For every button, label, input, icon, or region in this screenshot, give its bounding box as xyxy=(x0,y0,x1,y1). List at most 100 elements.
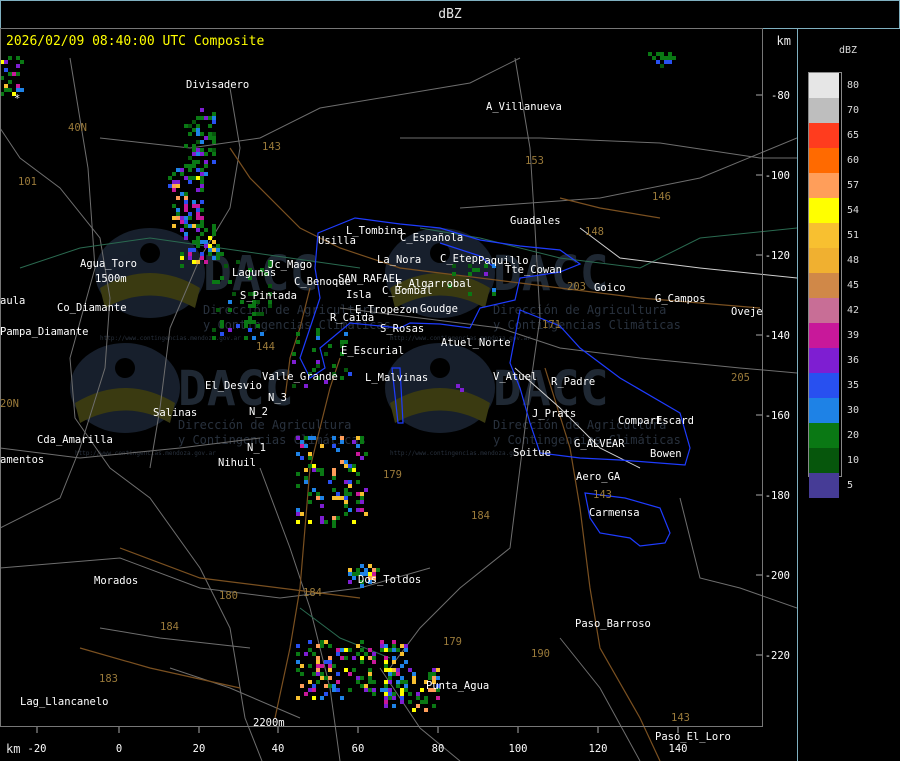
legend-swatch xyxy=(809,348,839,373)
radar-map[interactable]: DACCDirección de Agriculturay Contingenc… xyxy=(0,28,797,761)
echo-pixel xyxy=(424,700,428,704)
echo-pixel xyxy=(172,224,176,228)
echo-pixel xyxy=(424,696,428,700)
echo-pixel xyxy=(220,252,224,256)
echo-pixel xyxy=(352,520,356,524)
echo-pixel xyxy=(320,468,324,472)
echo-pixel xyxy=(200,172,204,176)
echo-pixel xyxy=(296,644,300,648)
echo-pixel xyxy=(212,136,216,140)
place-label: E_Escurial xyxy=(341,345,404,357)
echo-pixel xyxy=(344,496,348,500)
echo-pixel xyxy=(200,188,204,192)
echo-pixel xyxy=(404,644,408,648)
echo-pixel xyxy=(180,172,184,176)
echo-pixel xyxy=(316,328,320,332)
svg-text:y Contingencias Climáticas: y Contingencias Climáticas xyxy=(493,318,681,332)
echo-pixel xyxy=(388,672,392,676)
place-label: 2200m xyxy=(253,717,285,729)
echo-pixel xyxy=(180,216,184,220)
place-label: J_Prats xyxy=(532,408,576,420)
echo-pixel xyxy=(196,148,200,152)
echo-pixel xyxy=(320,504,324,508)
echo-pixel xyxy=(356,444,360,448)
echo-pixel xyxy=(188,248,192,252)
echo-pixel xyxy=(348,372,352,376)
echo-pixel xyxy=(316,364,320,368)
echo-pixel xyxy=(656,52,660,56)
echo-pixel xyxy=(184,176,188,180)
echo-pixel xyxy=(344,368,348,372)
echo-pixel xyxy=(268,304,272,308)
place-label: Goico xyxy=(594,282,626,294)
place-label: Goudge xyxy=(420,303,458,315)
echo-pixel xyxy=(356,472,360,476)
echo-pixel xyxy=(360,500,364,504)
place-label: La_Nora xyxy=(377,254,421,266)
echo-pixel xyxy=(16,56,20,60)
map-panel[interactable]: DACC Dirección de Agricultura y Contingenc… xyxy=(0,28,798,761)
echo-pixel xyxy=(400,652,404,656)
echo-pixel xyxy=(360,640,364,644)
echo-pixel xyxy=(404,660,408,664)
echo-pixel xyxy=(364,568,368,572)
echo-pixel xyxy=(344,492,348,496)
echo-pixel xyxy=(392,656,396,660)
place-label: N_1 xyxy=(247,442,266,454)
place-label: 143 xyxy=(671,712,690,724)
place-label: 143 xyxy=(262,141,281,153)
echo-pixel xyxy=(344,488,348,492)
echo-pixel xyxy=(200,116,204,120)
echo-pixel xyxy=(324,352,328,356)
echo-pixel xyxy=(296,652,300,656)
echo-pixel xyxy=(352,576,356,580)
place-label: G_ALVEAR xyxy=(574,438,625,450)
echo-pixel xyxy=(384,668,388,672)
echo-pixel xyxy=(312,436,316,440)
echo-pixel xyxy=(316,332,320,336)
echo-pixel xyxy=(180,228,184,232)
place-label: V_Atuel xyxy=(493,371,537,383)
place-label: Paso_El_Loro xyxy=(655,731,731,743)
echo-pixel xyxy=(208,252,212,256)
echo-pixel xyxy=(384,688,388,692)
echo-pixel xyxy=(212,120,216,124)
echo-pixel xyxy=(348,648,352,652)
echo-pixel xyxy=(340,340,344,344)
echo-pixel xyxy=(244,324,248,328)
echo-pixel xyxy=(208,236,212,240)
echo-pixel xyxy=(172,188,176,192)
echo-pixel xyxy=(376,568,380,572)
place-label: Aero_GA xyxy=(576,471,621,483)
echo-pixel xyxy=(348,480,352,484)
echo-pixel xyxy=(200,168,204,172)
legend-swatch xyxy=(809,298,839,323)
echo-pixel xyxy=(392,704,396,708)
echo-pixel xyxy=(476,268,480,272)
echo-pixel xyxy=(200,152,204,156)
echo-pixel xyxy=(168,176,172,180)
echo-pixel xyxy=(344,464,348,468)
echo-pixel xyxy=(380,648,384,652)
echo-pixel xyxy=(308,640,312,644)
legend-label: 10 xyxy=(847,455,860,466)
echo-pixel xyxy=(340,656,344,660)
legend-label: 45 xyxy=(847,280,860,291)
echo-pixel xyxy=(388,692,392,696)
echo-pixel xyxy=(432,704,436,708)
echo-pixel xyxy=(212,132,216,136)
legend-swatch xyxy=(809,448,839,473)
place-label: Usilla xyxy=(318,235,356,247)
place-label: 144 xyxy=(256,341,275,353)
echo-pixel xyxy=(344,460,348,464)
echo-pixel xyxy=(320,672,324,676)
echo-pixel xyxy=(344,512,348,516)
echo-pixel xyxy=(312,488,316,492)
y-tick-label: -140 xyxy=(765,330,790,342)
echo-pixel xyxy=(188,168,192,172)
place-label: Tte_Cowan xyxy=(505,264,562,276)
watermark-logo: DACCDirección de Agriculturay Contingenc… xyxy=(385,343,681,457)
watermark: DACCDirección de Agriculturay Contingenc… xyxy=(70,228,681,457)
echo-pixel xyxy=(16,64,20,68)
echo-pixel xyxy=(328,644,332,648)
